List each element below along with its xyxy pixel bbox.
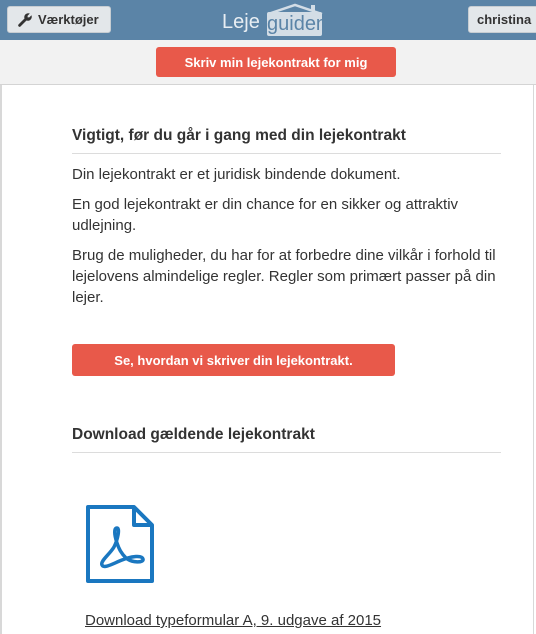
wrench-icon [17,12,33,28]
tools-menu-label: Værktøjer [38,12,99,27]
paragraph-good-contract: En god lejekontrakt er din chance for en… [72,196,459,234]
write-contract-button[interactable]: Skriv min lejekontrakt for mig [156,47,396,77]
see-how-button[interactable]: Se, hvordan vi skriver din lejekontrakt. [72,344,395,376]
divider [72,153,501,154]
top-navigation-bar: Værktøjer Leje guiden christina [0,0,536,40]
pdf-file-icon[interactable] [84,503,156,585]
user-menu-button[interactable]: christina [468,6,536,33]
paragraph-use-options: Brug de muligheder, du har for at forbed… [72,247,496,306]
user-name-label: christina [477,12,532,27]
logo-text-leje: Leje [222,11,260,33]
site-logo[interactable]: Leje guiden [222,3,328,37]
tools-menu-button[interactable]: Værktøjer [7,6,111,33]
paragraph-binding-document: Din lejekontrakt er et juridisk bindende… [72,166,401,183]
section-title-download: Download gældende lejekontrakt [72,426,315,443]
content-border-right [533,85,534,634]
section-title-important: Vigtigt, før du går i gang med din lejek… [72,127,406,144]
logo-text-guiden: guiden [267,12,328,36]
content-border-left [0,85,2,634]
divider [72,452,501,453]
download-form-link[interactable]: Download typeformular A, 9. udgave af 20… [85,612,381,629]
